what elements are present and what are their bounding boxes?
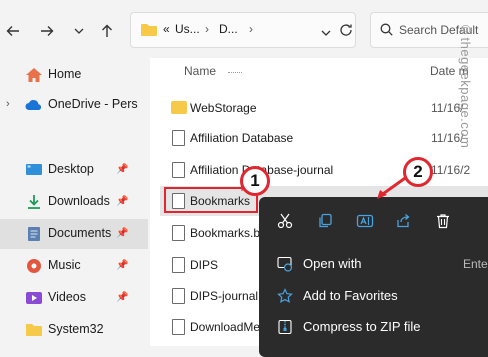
desktop-icon: [25, 162, 43, 178]
video-icon: [25, 290, 43, 306]
pin-icon[interactable]: 📌: [116, 260, 128, 271]
sidebar-item-onedrive[interactable]: › OneDrive - Perso: [0, 90, 148, 120]
annotation-badge-2: 2: [403, 157, 433, 187]
file-icon: [172, 288, 185, 304]
search-icon: [380, 23, 393, 41]
file-name: Bookmarks: [190, 194, 251, 208]
column-header: Name Date m: [150, 58, 488, 84]
rename-icon[interactable]: [353, 209, 377, 233]
star-icon: [277, 288, 293, 304]
cut-icon[interactable]: [273, 209, 297, 233]
sidebar-item-home[interactable]: Home: [0, 60, 148, 90]
list-item[interactable]: Affiliation Database 11/16/: [160, 123, 488, 153]
music-icon: [25, 258, 43, 274]
sidebar-item-desktop[interactable]: Desktop 📌: [0, 155, 148, 185]
pin-icon[interactable]: 📌: [116, 292, 128, 303]
chevron-down-icon[interactable]: [68, 20, 90, 42]
breadcrumb-default[interactable]: D...: [219, 22, 238, 36]
menu-item-label: Add to Favorites: [303, 288, 398, 303]
watermark: ©thegeekpage.com: [458, 22, 473, 149]
file-icon: [172, 193, 185, 209]
annotation-badge-1: 1: [240, 166, 270, 196]
pin-icon[interactable]: 📌: [116, 228, 128, 239]
chevron-right-icon: ›: [249, 22, 253, 36]
file-name: Affiliation Database: [190, 131, 294, 145]
chevron-down-icon[interactable]: [321, 25, 331, 43]
file-icon: [172, 130, 185, 146]
chevron-right-icon: ›: [205, 22, 209, 36]
arrow-right-icon[interactable]: [36, 20, 58, 42]
sidebar-item-label: Home: [48, 67, 82, 81]
navigation-pane: Home › OneDrive - Perso Desktop 📌 Downlo…: [0, 58, 148, 346]
file-name: WebStorage: [190, 101, 257, 115]
share-icon[interactable]: [391, 209, 415, 233]
context-menu: Open with Enter Add to Favorites Compres…: [259, 197, 488, 357]
folder-icon: [171, 101, 187, 114]
copy-icon[interactable]: [313, 209, 337, 233]
folder-icon: [25, 322, 43, 338]
home-icon: [25, 67, 43, 83]
file-icon: [172, 319, 185, 335]
folder-icon: [141, 23, 157, 41]
file-name: DIPS: [190, 258, 219, 272]
sidebar-item-music[interactable]: Music 📌: [0, 251, 148, 281]
column-name[interactable]: Name: [184, 64, 216, 78]
refresh-icon[interactable]: [339, 23, 353, 42]
file-date: 11/16/2: [431, 163, 471, 177]
shortcut-label: Enter: [463, 257, 488, 271]
sidebar-item-system32[interactable]: System32: [0, 315, 148, 345]
breadcrumb-ellipsis[interactable]: «: [163, 22, 170, 36]
cloud-icon: [25, 97, 43, 113]
sidebar-item-label: System32: [48, 322, 104, 336]
menu-item-label: Compress to ZIP file: [303, 319, 421, 334]
download-icon: [25, 194, 43, 210]
menu-item-compress-zip[interactable]: Compress to ZIP file: [259, 312, 488, 342]
toolbar: « Us... › D... › Search Default: [0, 0, 488, 58]
file-name: DIPS-journal: [190, 289, 259, 303]
list-item[interactable]: WebStorage 11/16/: [160, 93, 488, 123]
address-bar[interactable]: « Us... › D... ›: [130, 12, 356, 48]
open-with-icon: [277, 256, 293, 272]
file-icon: [172, 162, 185, 178]
file-icon: [172, 257, 185, 273]
menu-item-add-to-favorites[interactable]: Add to Favorites: [259, 281, 488, 311]
breadcrumb-users[interactable]: Us...: [175, 22, 200, 36]
sort-indicator: [228, 72, 242, 75]
menu-item-label: Open with: [303, 256, 362, 271]
sidebar-item-label: OneDrive - Perso: [48, 97, 138, 111]
menu-item-open-with[interactable]: Open with Enter: [259, 249, 488, 279]
chevron-right-icon[interactable]: ›: [6, 98, 10, 110]
list-item[interactable]: Affiliation Database-journal 11/16/2: [160, 155, 488, 185]
sidebar-item-videos[interactable]: Videos 📌: [0, 283, 148, 313]
arrow-up-icon[interactable]: [96, 20, 118, 42]
sidebar-item-downloads[interactable]: Downloads 📌: [0, 187, 148, 217]
pin-icon[interactable]: 📌: [116, 164, 128, 175]
pin-icon[interactable]: 📌: [116, 196, 128, 207]
sidebar-item-documents[interactable]: Documents 📌: [0, 219, 148, 249]
delete-icon[interactable]: [431, 209, 455, 233]
file-icon: [172, 225, 185, 241]
arrow-left-icon[interactable]: [2, 20, 24, 42]
zip-icon: [277, 319, 293, 335]
documents-icon: [25, 226, 43, 242]
